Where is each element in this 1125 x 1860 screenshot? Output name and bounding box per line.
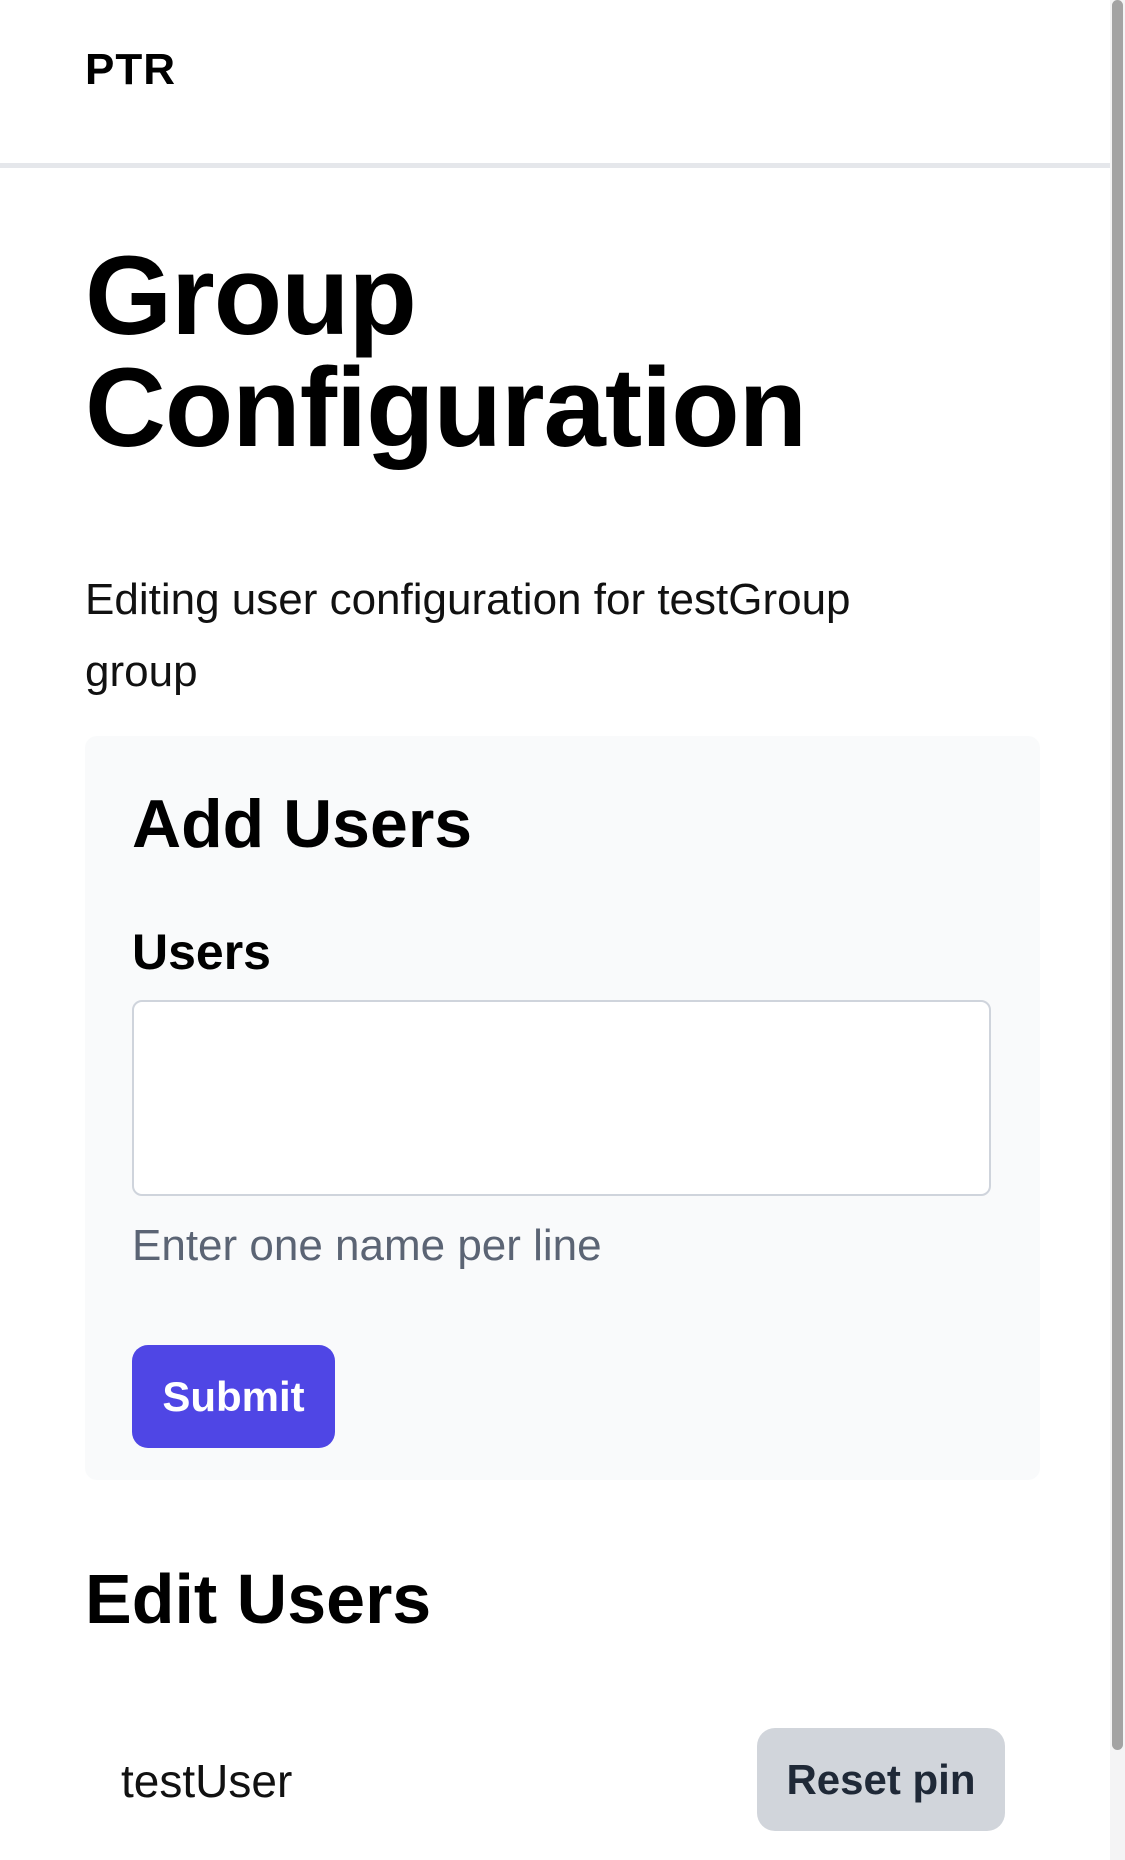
top-bar: PTR — [0, 0, 1110, 168]
vertical-scrollbar[interactable] — [1110, 0, 1125, 1860]
users-input[interactable] — [132, 1000, 991, 1196]
page-title: Group Configuration — [85, 233, 807, 470]
scrollbar-thumb[interactable] — [1112, 0, 1123, 1750]
app-window: PTR Group Configuration Editing user con… — [0, 0, 1125, 1860]
edit-users-title: Edit Users — [85, 1560, 432, 1638]
user-row: testUser Reset pin — [85, 1728, 1040, 1838]
users-label: Users — [132, 924, 271, 980]
brand-name: PTR — [85, 45, 176, 94]
add-users-panel: Add Users Users Enter one name per line … — [85, 736, 1040, 1480]
add-users-title: Add Users — [132, 786, 473, 862]
user-name: testUser — [121, 1755, 293, 1807]
submit-button[interactable]: Submit — [132, 1345, 335, 1448]
page-description: Editing user configuration for testGroup… — [85, 575, 851, 696]
reset-pin-button[interactable]: Reset pin — [757, 1728, 1005, 1831]
main-content: Group Configuration Editing user configu… — [85, 168, 1040, 1860]
users-helper-text: Enter one name per line — [132, 1221, 602, 1270]
